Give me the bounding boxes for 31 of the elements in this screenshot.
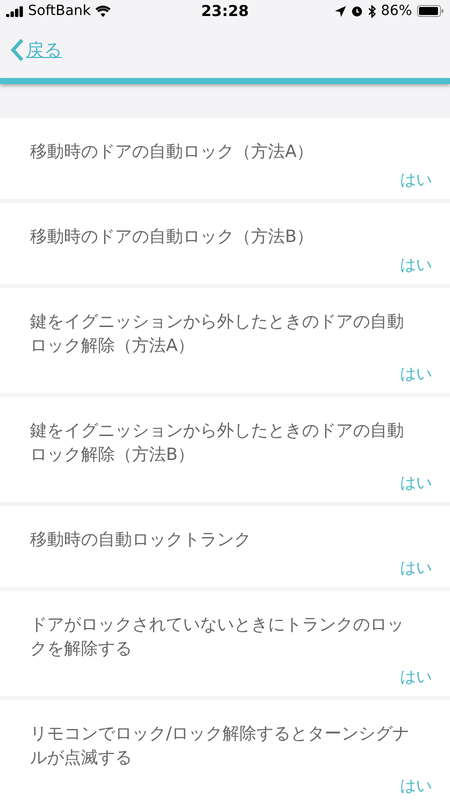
setting-value: はい — [400, 255, 432, 276]
setting-row[interactable]: 移動時の自動ロックトランク はい — [0, 506, 450, 587]
setting-label: 移動時の自動ロックトランク — [30, 529, 252, 552]
chevron-left-icon — [10, 38, 24, 62]
setting-label: 移動時のドアの自動ロック（方法B） — [30, 226, 315, 249]
setting-row[interactable]: リモコンでロック/ロック解除するとターンシグナルが点滅する はい — [0, 700, 450, 800]
location-arrow-icon — [334, 6, 346, 16]
carrier-name: SoftBank — [28, 3, 91, 19]
setting-row[interactable]: 鍵をイグニッションから外したときのドアの自動ロック解除（方法B） はい — [0, 397, 450, 502]
setting-value: はい — [400, 473, 432, 494]
setting-label: 鍵をイグニッションから外したときのドアの自動ロック解除（方法B） — [30, 420, 405, 467]
bluetooth-icon — [368, 4, 376, 18]
setting-value: はい — [400, 667, 432, 688]
setting-row[interactable]: ドアがロックされていないときにトランクのロックを解除する はい — [0, 591, 450, 696]
signal-icon — [6, 6, 24, 16]
setting-row[interactable]: 鍵をイグニッションから外したときのドアの自動ロック解除（方法A） はい — [0, 288, 450, 393]
setting-value: はい — [400, 558, 432, 579]
alarm-clock-icon — [350, 5, 363, 17]
setting-label: 移動時のドアの自動ロック（方法A） — [30, 141, 315, 164]
setting-label: リモコンでロック/ロック解除するとターンシグナルが点滅する — [30, 723, 411, 770]
setting-label: 鍵をイグニッションから外したときのドアの自動ロック解除（方法A） — [30, 311, 405, 358]
battery-percent: 86% — [380, 3, 412, 19]
wifi-icon — [94, 5, 111, 17]
setting-value: はい — [400, 364, 432, 385]
battery-icon — [417, 5, 444, 17]
clock-time: 23:28 — [201, 2, 249, 20]
setting-row[interactable]: 移動時のドアの自動ロック（方法A） はい — [0, 118, 450, 199]
setting-value: はい — [400, 776, 432, 797]
setting-row[interactable]: 移動時のドアの自動ロック（方法B） はい — [0, 203, 450, 284]
setting-value: はい — [400, 170, 432, 191]
setting-label: ドアがロックされていないときにトランクのロックを解除する — [30, 614, 405, 661]
